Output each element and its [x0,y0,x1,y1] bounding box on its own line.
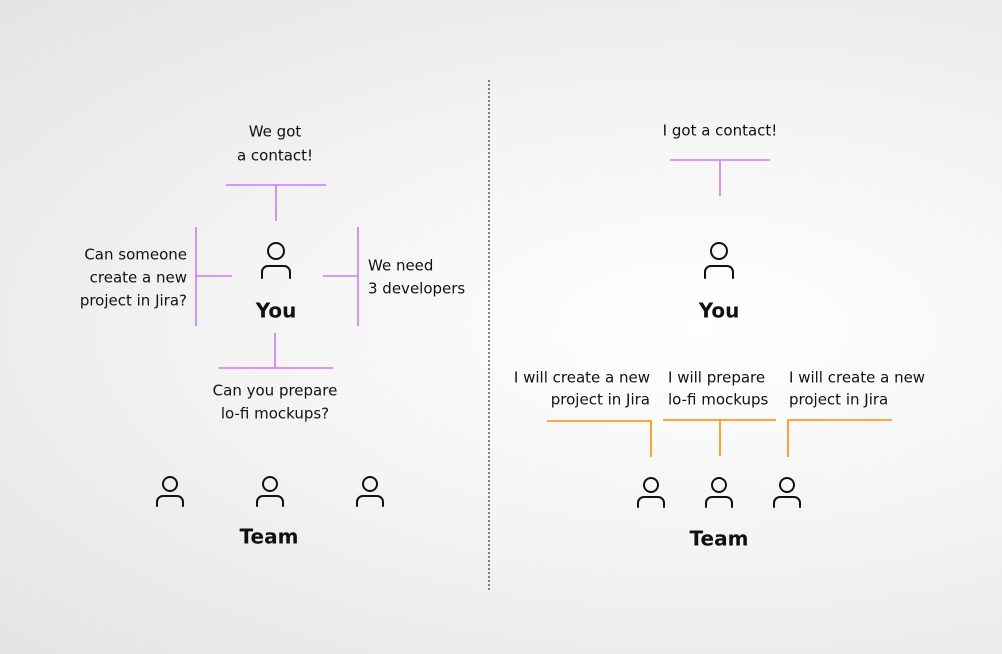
connector-top [670,159,770,196]
team-message: I will create a new [514,369,650,387]
person-icon [704,242,734,279]
left-panel: We got a contact! Can someone create a n… [80,123,466,549]
connector-left [195,227,232,326]
team-label: Team [240,525,299,549]
person-icon [256,476,284,507]
connector-top [226,184,326,221]
connector-team-3 [787,419,892,457]
person-icon [637,477,665,508]
left-message: create a new [90,269,187,287]
bottom-message: Can you prepare [213,382,338,400]
team-message: project in Jira [789,391,888,409]
you-label: You [698,299,740,323]
person-icon [773,477,801,508]
left-message: project in Jira? [80,292,187,310]
you-label: You [255,299,297,323]
person-icon [156,476,184,507]
connector-team-2 [663,419,776,456]
left-message: Can someone [84,246,187,264]
team-message: lo-fi mockups [668,391,769,409]
top-message: I got a contact! [663,122,778,140]
connector-team-1 [547,420,652,457]
right-message: We need [368,257,433,275]
team-message: I will prepare [668,369,765,387]
team-message: I will create a new [789,369,925,387]
team-label: Team [690,527,749,551]
right-message: 3 developers [368,280,465,298]
connector-right [323,227,359,326]
person-icon [261,242,291,279]
bottom-message: lo-fi mockups? [221,405,329,423]
connector-bottom [219,333,333,369]
top-message: We got [249,123,302,141]
person-icon [705,477,733,508]
top-message: a contact! [237,147,313,165]
diagram: We got a contact! Can someone create a n… [80,80,925,590]
team-message: project in Jira [551,391,650,409]
right-panel: I got a contact! You I will create a new… [514,122,925,551]
person-icon [356,476,384,507]
